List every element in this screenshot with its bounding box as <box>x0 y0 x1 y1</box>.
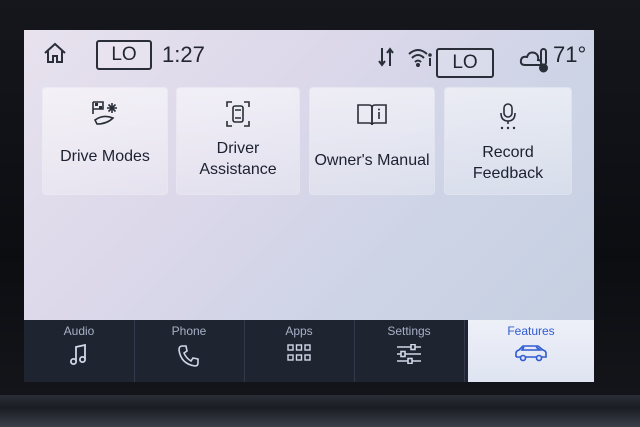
car-icon <box>515 345 547 362</box>
record-feedback-line2: Feedback <box>472 165 544 182</box>
infotainment-screen: LO 1:27 LO 71° Drive Modes Driver Assist… <box>24 30 594 382</box>
drive-modes-tile[interactable]: Drive Modes <box>43 88 167 194</box>
apps-grid-icon <box>287 344 311 361</box>
nav-settings[interactable]: Settings <box>354 320 465 382</box>
driver-assistance-line1: Driver <box>216 140 260 157</box>
nav-apps-label: Apps <box>285 324 313 338</box>
microphone-icon <box>500 103 516 130</box>
driver-assistance-label: Driver Assistance <box>177 138 299 180</box>
drive-modes-label: Drive Modes <box>60 148 150 165</box>
driver-assistance-tile[interactable]: Driver Assistance <box>177 88 299 194</box>
manual-book-icon <box>357 104 387 126</box>
fan-level-button[interactable]: LO <box>96 40 152 70</box>
wifi-info-icon <box>407 47 433 71</box>
bottom-navigation: Audio Phone Apps Settings Features <box>24 320 594 382</box>
phone-icon <box>178 345 199 367</box>
nav-audio-label: Audio <box>63 324 95 338</box>
status-bar: LO 1:27 LO 71° <box>24 30 594 82</box>
owners-manual-label: Owner's Manual <box>314 152 430 169</box>
record-feedback-tile[interactable]: Record Feedback <box>445 88 571 194</box>
driver-assist-icon <box>226 101 250 127</box>
record-feedback-line1: Record <box>482 144 534 161</box>
nav-apps[interactable]: Apps <box>244 320 355 382</box>
sliders-icon <box>397 344 421 364</box>
record-feedback-label: Record Feedback <box>445 142 571 184</box>
fan-level-value: LO <box>111 44 137 65</box>
climate-level-button[interactable]: LO <box>436 48 494 78</box>
nav-phone-label: Phone <box>171 324 207 338</box>
owners-manual-tile[interactable]: Owner's Manual <box>310 88 434 194</box>
nav-settings-label: Settings <box>387 324 431 338</box>
dashboard-trim <box>0 395 640 427</box>
nav-features[interactable]: Features <box>468 320 594 382</box>
music-note-icon <box>70 344 86 365</box>
driver-assistance-line2: Assistance <box>199 161 277 178</box>
nav-features-label: Features <box>507 324 555 338</box>
drive-modes-icon <box>92 101 117 125</box>
nav-audio[interactable]: Audio <box>24 320 135 382</box>
cloud-thermometer-icon <box>519 47 549 77</box>
home-icon[interactable] <box>42 40 68 66</box>
climate-level-value: LO <box>452 52 478 73</box>
clock: 1:27 <box>162 42 205 67</box>
data-sync-icon <box>378 46 394 72</box>
temperature-readout: 71° <box>553 42 587 67</box>
nav-phone[interactable]: Phone <box>134 320 245 382</box>
